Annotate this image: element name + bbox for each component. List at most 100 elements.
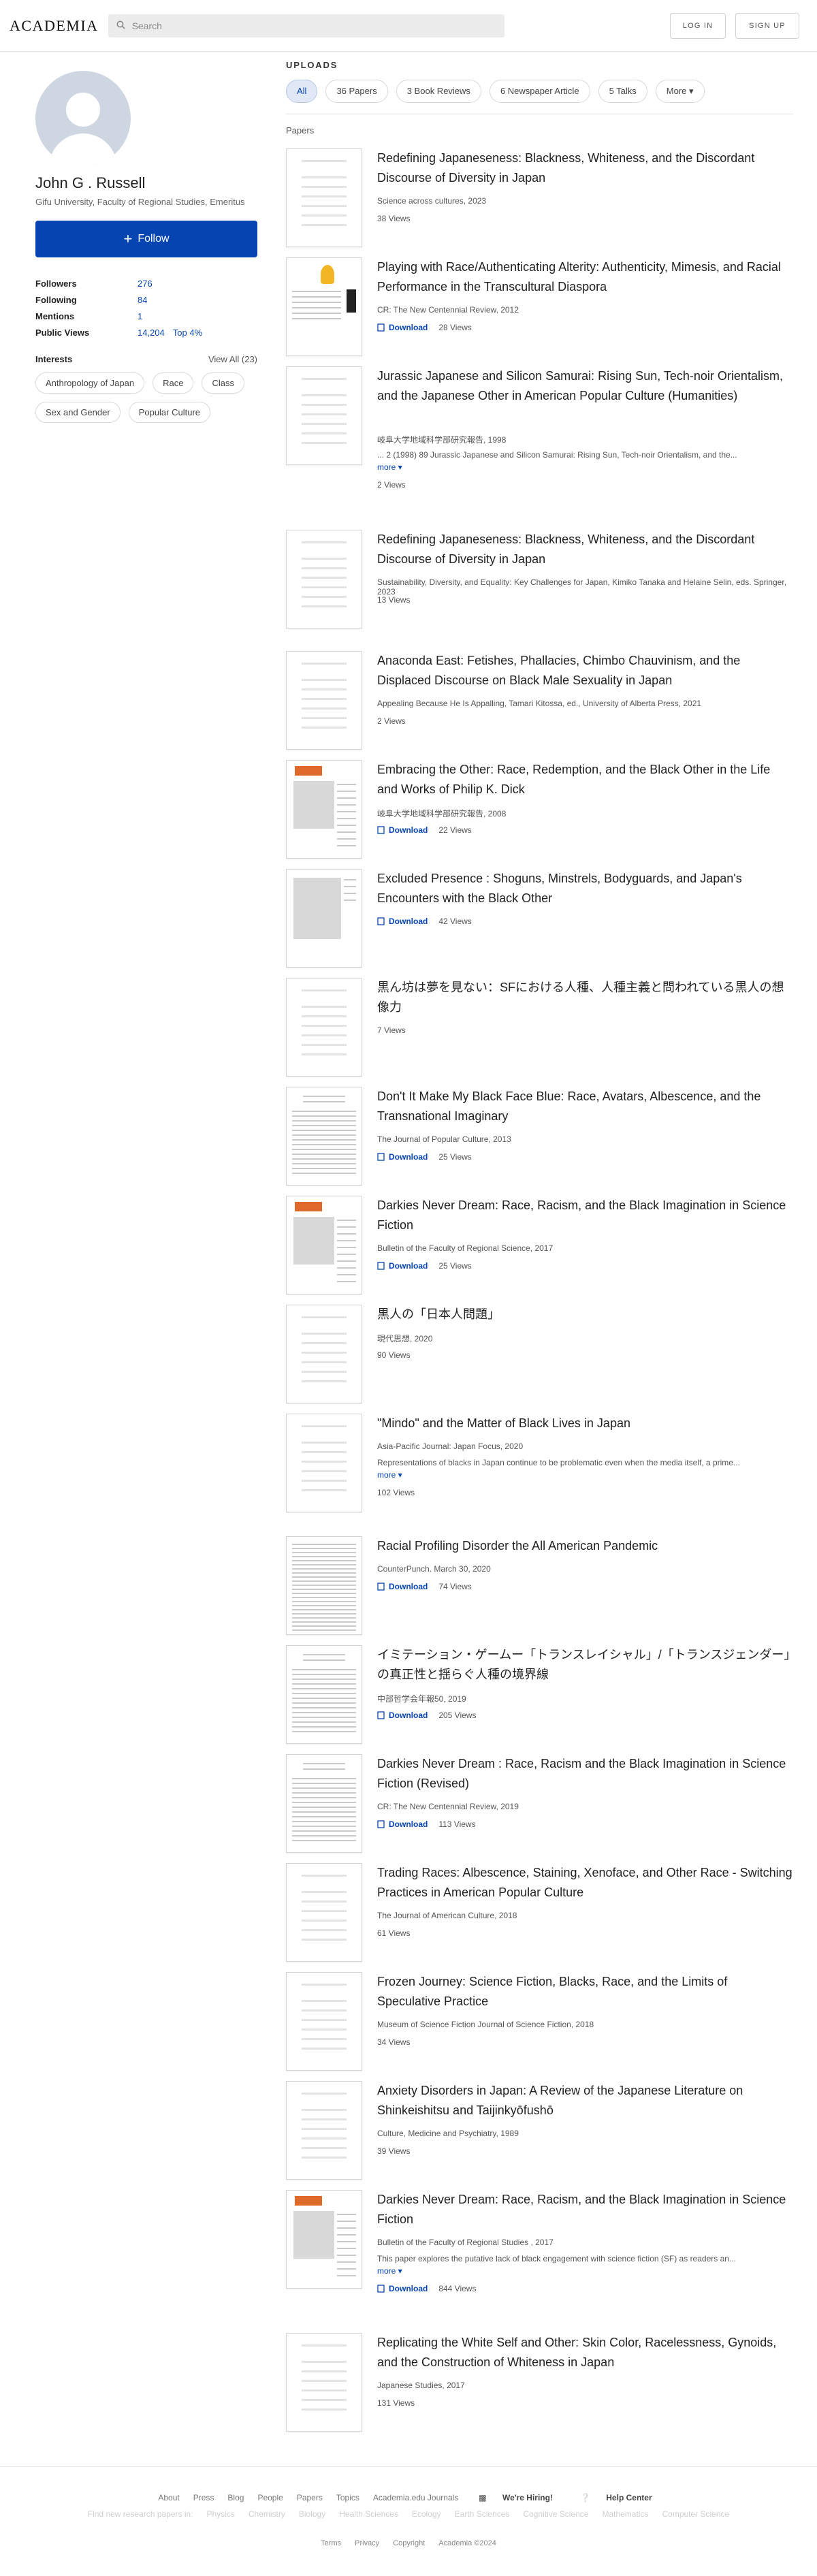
paper-actions: Download 28 Views	[377, 323, 472, 332]
paper-title[interactable]: "Mindo" and the Matter of Black Lives in…	[377, 1414, 793, 1433]
paper-thumbnail[interactable]	[286, 1863, 362, 1962]
research-link[interactable]: Computer Science	[662, 2509, 729, 2519]
download-button[interactable]: Download	[377, 917, 428, 926]
interest-chip[interactable]: Sex and Gender	[35, 402, 121, 423]
paper-thumbnail[interactable]	[286, 1414, 362, 1512]
paper-title[interactable]: Frozen Journey: Science Fiction, Blacks,…	[377, 1972, 793, 2011]
download-button[interactable]: Download	[377, 2284, 428, 2293]
download-button[interactable]: Download	[377, 1152, 428, 1162]
footer-link-press[interactable]: Press	[193, 2493, 214, 2502]
footer-link-about[interactable]: About	[158, 2493, 179, 2502]
paper-thumbnail[interactable]	[286, 1536, 362, 1635]
search-input[interactable]: Search	[108, 14, 504, 37]
research-link[interactable]: Earth Sciences	[455, 2509, 510, 2519]
paper-thumbnail[interactable]	[286, 2333, 362, 2432]
academia-logo[interactable]: ACADEMIA	[10, 17, 99, 35]
login-button[interactable]: LOG IN	[670, 12, 726, 39]
paper-title[interactable]: Don't It Make My Black Face Blue: Race, …	[377, 1087, 793, 1126]
paper-title[interactable]: Replicating the White Self and Other: Sk…	[377, 2333, 793, 2372]
paper-meta: CR: The New Centennial Review, 2012	[377, 305, 519, 315]
download-button[interactable]: Download	[377, 1711, 428, 1720]
paper-thumbnail[interactable]	[286, 1087, 362, 1186]
research-link[interactable]: Mathematics	[602, 2509, 648, 2519]
footer-link-copyright[interactable]: Copyright	[393, 2539, 425, 2547]
paper-title[interactable]: Anxiety Disorders in Japan: A Review of …	[377, 2081, 793, 2120]
paper-thumbnail[interactable]	[286, 148, 362, 247]
profile-affiliation[interactable]: Gifu University, Faculty of Regional Stu…	[35, 195, 257, 208]
paper-thumbnail[interactable]	[286, 257, 362, 356]
upload-tabs: All 36 Papers 3 Book Reviews 6 Newspaper…	[286, 80, 793, 103]
paper-thumbnail[interactable]	[286, 651, 362, 750]
download-button[interactable]: Download	[377, 1819, 428, 1829]
paper-title[interactable]: Redefining Japaneseness: Blackness, Whit…	[377, 530, 793, 569]
research-link[interactable]: Physics	[207, 2509, 235, 2519]
research-link[interactable]: Cognitive Science	[523, 2509, 588, 2519]
paper-title[interactable]: Anaconda East: Fetishes, Phallacies, Chi…	[377, 651, 793, 690]
paper-title[interactable]: 黒人の「日本人問題」	[377, 1305, 793, 1324]
interest-chip[interactable]: Popular Culture	[128, 402, 211, 423]
tab-book-reviews[interactable]: 3 Book Reviews	[396, 80, 481, 103]
paper-title[interactable]: Playing with Race/Authenticating Alterit…	[377, 257, 793, 297]
tab-newspaper-article[interactable]: 6 Newspaper Article	[489, 80, 590, 103]
research-link[interactable]: Chemistry	[249, 2509, 285, 2519]
signup-button[interactable]: SIGN UP	[735, 12, 799, 39]
paper-title[interactable]: Embracing the Other: Race, Redemption, a…	[377, 760, 793, 799]
stat-value[interactable]: 84	[138, 295, 147, 305]
paper-thumbnail[interactable]	[286, 2190, 362, 2289]
paper-title[interactable]: Redefining Japaneseness: Blackness, Whit…	[377, 148, 793, 188]
footer-link-journals[interactable]: Academia.edu Journals	[373, 2493, 458, 2502]
download-button[interactable]: Download	[377, 1582, 428, 1591]
paper-thumbnail[interactable]	[286, 869, 362, 968]
interest-chip[interactable]: Race	[153, 372, 194, 394]
paper-thumbnail[interactable]	[286, 1972, 362, 2071]
stat-value[interactable]: 14,204	[138, 328, 165, 338]
tab-papers[interactable]: 36 Papers	[325, 80, 388, 103]
interest-chip[interactable]: Class	[202, 372, 244, 394]
paper-actions: Download 22 Views	[377, 825, 472, 835]
paper-title[interactable]: Darkies Never Dream : Race, Racism and t…	[377, 1754, 793, 1794]
footer-link-topics[interactable]: Topics	[336, 2493, 359, 2502]
footer-link-privacy[interactable]: Privacy	[355, 2539, 379, 2547]
paper-thumbnail[interactable]	[286, 1196, 362, 1294]
paper-thumbnail[interactable]	[286, 1754, 362, 1853]
paper-title[interactable]: 黒ん坊は夢を見ない：SFにおける人種、人種主義と問われている黒人の想像力	[377, 978, 793, 1017]
view-all-interests-link[interactable]: View All (23)	[208, 354, 257, 364]
interest-chip[interactable]: Anthropology of Japan	[35, 372, 145, 394]
footer-link-help-center[interactable]: ❔ Help Center	[573, 2493, 659, 2502]
footer-link-terms[interactable]: Terms	[321, 2539, 341, 2547]
download-button[interactable]: Download	[377, 825, 428, 835]
footer-link-hiring[interactable]: ▩ We're Hiring!	[472, 2493, 560, 2502]
research-link[interactable]: Biology	[299, 2509, 325, 2519]
paper-title[interactable]: イミテーション・ゲームー「トランスレイシャル」/「トランスジェンダー」の真正性と…	[377, 1645, 793, 1685]
paper-thumbnail[interactable]	[286, 530, 362, 629]
paper-thumbnail[interactable]	[286, 1645, 362, 1744]
paper-title[interactable]: Jurassic Japanese and Silicon Samurai: R…	[377, 366, 793, 406]
footer-link-people[interactable]: People	[257, 2493, 283, 2502]
paper-title[interactable]: Darkies Never Dream: Race, Racism, and t…	[377, 1196, 793, 1235]
paper-thumbnail[interactable]	[286, 1305, 362, 1403]
paper-title[interactable]: Racial Profiling Disorder the All Americ…	[377, 1536, 793, 1556]
footer-link-blog[interactable]: Blog	[227, 2493, 244, 2502]
paper-thumbnail[interactable]	[286, 978, 362, 1077]
research-link[interactable]: Ecology	[412, 2509, 441, 2519]
tab-more[interactable]: More ▾	[655, 80, 705, 103]
download-button[interactable]: Download	[377, 323, 428, 332]
tab-talks[interactable]: 5 Talks	[598, 80, 647, 103]
paper-thumbnail[interactable]	[286, 2081, 362, 2180]
more-link[interactable]: more ▾	[377, 462, 402, 472]
paper-title[interactable]: Trading Races: Albescence, Staining, Xen…	[377, 1863, 793, 1903]
paper-thumbnail[interactable]	[286, 366, 362, 465]
stat-label: Followers	[35, 278, 77, 289]
paper-title[interactable]: Darkies Never Dream: Race, Racism, and t…	[377, 2190, 793, 2229]
paper-thumbnail[interactable]	[286, 760, 362, 859]
stat-value[interactable]: 276	[138, 279, 153, 289]
more-link[interactable]: more ▾	[377, 2266, 402, 2276]
download-button[interactable]: Download	[377, 1261, 428, 1271]
footer-link-papers[interactable]: Papers	[297, 2493, 323, 2502]
paper-title[interactable]: Excluded Presence : Shoguns, Minstrels, …	[377, 869, 793, 908]
more-link[interactable]: more ▾	[377, 1470, 402, 1480]
stat-value[interactable]: 1	[138, 311, 142, 321]
research-link[interactable]: Health Sciences	[339, 2509, 398, 2519]
follow-button[interactable]: + Follow	[35, 221, 257, 257]
tab-all[interactable]: All	[286, 80, 318, 103]
